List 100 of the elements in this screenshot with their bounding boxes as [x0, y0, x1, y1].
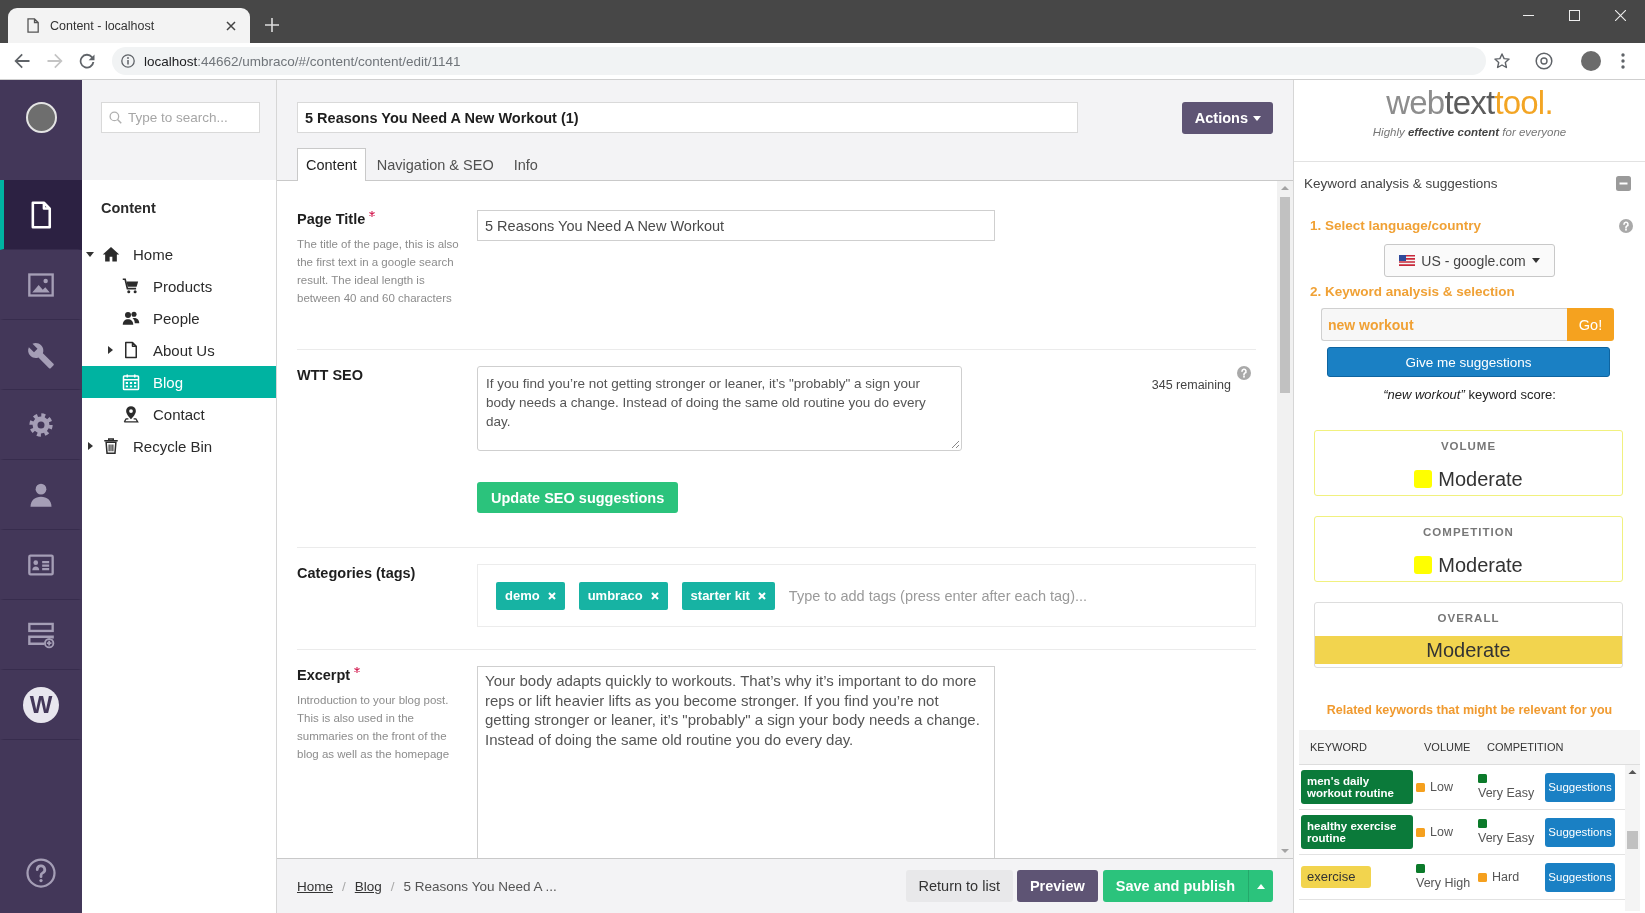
name-field[interactable]: 5 Reasons You Need A New Workout (1) — [297, 102, 1078, 133]
caret-icon — [1531, 258, 1540, 263]
field-label: Page Title — [297, 210, 366, 228]
tagline: Highly effective content for everyone — [1372, 126, 1567, 138]
volume-value: Very High — [1416, 876, 1471, 890]
volume-value: Low — [1430, 825, 1453, 839]
form-add-icon — [27, 620, 55, 649]
competition-value: Very Easy — [1478, 786, 1535, 800]
suggestions-button[interactable]: Suggestions — [1545, 817, 1615, 847]
give-suggestions-button[interactable]: Give me suggestions — [1327, 347, 1610, 377]
text-area[interactable]: If you find you’re not getting stronger or leaner, it’s "probably" a sign your body needs a change. Instead of doing the same old routine you do every day. — [477, 366, 962, 451]
tree-item[interactable]: Home — [82, 238, 276, 270]
tree-item[interactable]: Recycle Bin — [82, 430, 276, 462]
page-icon — [122, 341, 140, 359]
breadcrumb-separator: / — [390, 878, 395, 894]
tab[interactable]: Navigation & SEO — [367, 148, 503, 181]
search-field[interactable]: Type to search... — [101, 102, 260, 133]
section-button[interactable]: W — [0, 670, 82, 740]
score-caption: “new workout” keyword score: — [1383, 386, 1556, 404]
preview-button[interactable]: Preview — [1016, 870, 1098, 902]
back-arrow-icon[interactable] — [14, 53, 30, 69]
tree-heading: Content — [101, 200, 156, 217]
scrollbar[interactable] — [1277, 181, 1293, 858]
region-dropdown[interactable]: US - google.com — [1384, 244, 1555, 277]
character-counter: 345 remaining — [1151, 378, 1231, 392]
keyword-tag[interactable]: men's daily workout routine — [1301, 770, 1413, 804]
suggestions-button[interactable]: Suggestions — [1545, 772, 1615, 802]
field-description: The title of the page, this is also the first text in a google search result. The ideal length is between 40 and 60 characters — [297, 237, 459, 306]
close-icon[interactable] — [226, 20, 236, 31]
column-header: VOLUME — [1424, 741, 1471, 753]
keyword-tag[interactable]: exercise — [1301, 866, 1371, 888]
score-value: Moderate — [1438, 467, 1523, 491]
column-header: COMPETITION — [1487, 741, 1564, 753]
help-icon[interactable] — [1237, 366, 1251, 380]
help-icon[interactable] — [26, 858, 56, 888]
map-pin-icon — [122, 405, 140, 423]
publish-options-button[interactable] — [1248, 870, 1273, 902]
field-label: Categories (tags) — [297, 564, 416, 582]
people-icon — [122, 309, 140, 327]
competition-value: Very Easy — [1478, 831, 1535, 845]
caret-right-icon[interactable] — [107, 346, 113, 354]
tree-item[interactable]: Products — [82, 270, 276, 302]
field-label: Excerpt — [297, 666, 351, 684]
plus-icon[interactable] — [265, 18, 279, 32]
avatar-icon[interactable] — [1581, 51, 1601, 71]
cart-icon — [122, 277, 140, 295]
search-input[interactable]: Type to search... — [128, 106, 254, 129]
browser-tab[interactable]: Content - localhost — [8, 8, 250, 43]
house-icon — [102, 245, 120, 263]
logo-text: webtexttool. — [1386, 85, 1553, 121]
return-button[interactable]: Return to list — [905, 870, 1013, 902]
help-icon[interactable] — [1619, 219, 1633, 233]
overall-score: Moderate — [1315, 636, 1622, 664]
panel-title: Keyword analysis & suggestions — [1304, 176, 1498, 191]
search-icon — [109, 111, 122, 124]
score-label: OVERALL — [1437, 611, 1500, 625]
text-field[interactable]: 5 Reasons You Need A New Workout — [477, 210, 995, 241]
maximize-icon[interactable] — [1569, 10, 1580, 21]
tree-item[interactable]: Contact — [82, 398, 276, 430]
tab[interactable]: Content — [297, 148, 366, 181]
caret-icon — [1253, 115, 1261, 121]
field-description: Introduction to your blog post. This is also used in the summaries on the front of the blog as well as the homepage — [297, 693, 451, 762]
star-icon[interactable] — [1494, 53, 1510, 69]
address-bar[interactable]: localhost:44662/umbraco/#/content/content/edit/1141 — [112, 47, 1486, 75]
wrench-icon — [27, 340, 55, 369]
caret-right-icon[interactable] — [87, 442, 93, 450]
tab[interactable]: Info — [504, 148, 547, 181]
score-label: VOLUME — [1440, 439, 1497, 453]
breadcrumb-separator: / — [342, 878, 346, 894]
score-label: COMPETITION — [1423, 525, 1514, 539]
field-label: WTT SEO — [297, 366, 364, 384]
column-header: KEYWORD — [1310, 741, 1367, 753]
calendar-icon — [122, 373, 140, 391]
menu-icon[interactable] — [1621, 53, 1625, 69]
breadcrumb-current: 5 Reasons You Need A ... — [403, 878, 557, 894]
competition-value: Hard — [1492, 870, 1520, 884]
trash-icon — [102, 437, 120, 455]
suggestions-button[interactable]: Suggestions — [1545, 862, 1615, 892]
reload-icon[interactable] — [79, 53, 95, 69]
actions-button[interactable]: Actions — [1181, 102, 1273, 134]
logo-mark: W — [23, 686, 59, 723]
volume-value: Low — [1430, 780, 1453, 794]
section-button[interactable] — [0, 180, 82, 250]
score-value: Moderate — [1438, 553, 1523, 577]
gear-icon — [27, 410, 55, 439]
caret-up-icon — [1257, 883, 1265, 889]
page-icon — [27, 18, 39, 33]
step-heading: 2. Keyword analysis & selection — [1310, 283, 1515, 301]
avatar-icon[interactable] — [25, 102, 57, 133]
tree-item[interactable]: About Us — [82, 334, 276, 366]
image-icon — [27, 270, 55, 299]
minus-box-icon[interactable] — [1616, 176, 1631, 191]
resize-handle-icon — [951, 440, 959, 448]
keyword-tag[interactable]: healthy exercise routine — [1301, 815, 1413, 849]
scrollbar[interactable] — [1625, 765, 1640, 911]
tree-item[interactable]: People — [82, 302, 276, 334]
breadcrumb-link[interactable]: Home — [297, 878, 333, 894]
breadcrumb-link[interactable]: Blog — [354, 878, 382, 894]
caret-down-icon[interactable] — [86, 251, 94, 257]
circle-icon[interactable] — [1535, 52, 1553, 70]
